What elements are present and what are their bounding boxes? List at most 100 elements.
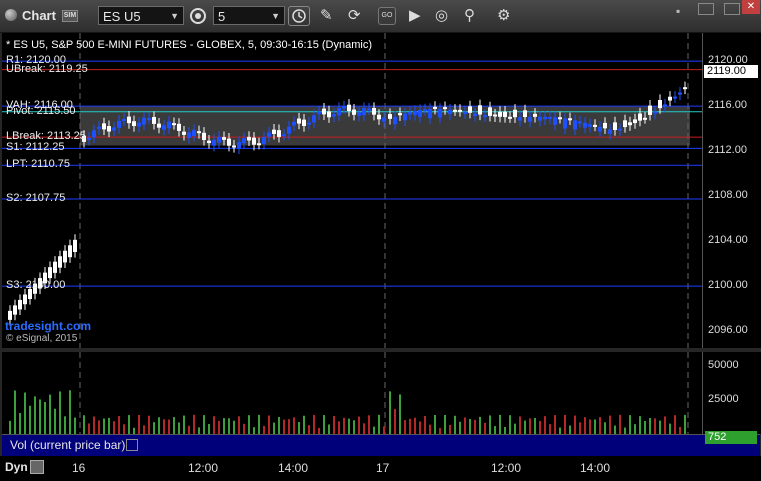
- candle-body: [312, 115, 316, 123]
- current-price-marker: 2119.00: [704, 65, 758, 79]
- app-icon: [5, 9, 17, 21]
- candle-body: [633, 119, 637, 124]
- candle-body: [202, 132, 206, 140]
- candle-body: [518, 117, 522, 121]
- candle-body: [352, 109, 356, 115]
- candle-body: [272, 129, 276, 134]
- candle-body: [678, 92, 682, 95]
- candle-body: [262, 137, 266, 144]
- symbol-dropdown[interactable]: ES U5 ▼: [98, 6, 184, 25]
- candle-body: [668, 96, 672, 101]
- link-icon[interactable]: ◎: [435, 6, 448, 24]
- candle-body: [222, 137, 226, 140]
- candle-body: [197, 131, 201, 134]
- lock-icon[interactable]: [30, 460, 44, 474]
- candle-body: [137, 122, 141, 127]
- candle-body: [252, 137, 256, 145]
- time-tick-label: 16: [72, 461, 86, 475]
- candle-body: [102, 123, 106, 130]
- candle-body: [372, 108, 376, 115]
- interval-value: 5: [218, 9, 226, 24]
- candle-body: [493, 114, 497, 117]
- clock-icon[interactable]: [288, 6, 310, 26]
- candle-body: [538, 116, 542, 121]
- candle-body: [232, 145, 236, 148]
- candle-body: [663, 104, 667, 107]
- candle-body: [403, 113, 407, 121]
- candle-body: [157, 123, 161, 128]
- window-title: Chart: [22, 8, 56, 23]
- candle-body: [73, 239, 77, 252]
- price-chart-canvas: [2, 33, 702, 348]
- candle-body: [162, 125, 166, 130]
- interval-dropdown[interactable]: 5 ▼: [213, 6, 285, 25]
- candle-body: [523, 110, 527, 118]
- time-tick-label: 12:00: [491, 461, 522, 475]
- candle-body: [277, 130, 281, 137]
- candle-body: [568, 118, 572, 121]
- candle-body: [508, 116, 512, 119]
- draw-pencil-icon[interactable]: ✎: [320, 6, 333, 24]
- candle-body: [92, 130, 96, 138]
- restore-icon[interactable]: [698, 3, 714, 15]
- candle-body: [513, 109, 517, 118]
- candle-body: [408, 112, 412, 115]
- candle-body: [58, 256, 62, 268]
- candle-body: [683, 87, 687, 90]
- price-tick-label: 2120.00: [708, 54, 748, 67]
- candle-body: [443, 107, 447, 110]
- candle-body: [673, 96, 677, 99]
- refresh-icon[interactable]: ⟳: [348, 6, 361, 24]
- candle-body: [498, 111, 502, 117]
- price-axis[interactable]: 2120.00 2116.00 2112.00 2108.00 2104.00 2100.…: [702, 33, 761, 348]
- dynamic-mode-label[interactable]: Dyn: [5, 460, 28, 474]
- candle-body: [458, 109, 462, 112]
- time-axis[interactable]: Dyn 16 12:00 14:00 17 12:00 14:00: [0, 456, 761, 481]
- chart-header: * ES U5, S&P 500 E-MINI FUTURES - GLOBEX…: [6, 39, 372, 51]
- pin-icon[interactable]: ⚲: [464, 6, 475, 24]
- candle-body: [182, 131, 186, 135]
- candle-body: [648, 105, 652, 115]
- price-tick-label: 2100.00: [708, 279, 748, 292]
- time-tick-label: 17: [376, 461, 390, 475]
- volume-study-bar: Vol (current price bar) 752: [2, 431, 760, 457]
- candle-body: [613, 122, 617, 130]
- time-tick-label: 14:00: [278, 461, 309, 475]
- candle-body: [147, 118, 151, 121]
- candle-body: [87, 137, 91, 140]
- candle-body: [212, 139, 216, 146]
- candle-body: [628, 122, 632, 126]
- candle-body: [242, 138, 246, 144]
- price-tick-label: 2116.00: [708, 99, 747, 112]
- volume-chart[interactable]: [2, 352, 702, 434]
- candle-body: [237, 142, 241, 149]
- candle-body: [63, 250, 67, 263]
- current-volume-marker: 752: [705, 431, 757, 444]
- volume-tick-label: 50000: [708, 358, 739, 371]
- candle-body: [152, 117, 156, 124]
- candle-body: [573, 120, 577, 130]
- candle-body: [112, 127, 116, 131]
- close-button[interactable]: ✕: [742, 0, 760, 14]
- level-label: Pivot: 2115.50: [6, 104, 76, 117]
- window-menu-icon[interactable]: ▪: [676, 4, 680, 18]
- play-icon[interactable]: ▶: [409, 6, 421, 24]
- candle-body: [327, 111, 331, 118]
- candle-body: [127, 116, 131, 124]
- candle-body: [53, 261, 57, 273]
- price-tick-label: 2108.00: [708, 189, 748, 202]
- candle-body: [282, 134, 286, 137]
- candle-body: [332, 114, 336, 117]
- price-chart[interactable]: * ES U5, S&P 500 E-MINI FUTURES - GLOBEX…: [2, 33, 702, 348]
- goto-icon[interactable]: GO: [378, 7, 396, 25]
- settings-icon[interactable]: ⚙: [497, 6, 510, 24]
- study-toggle-icon[interactable]: [126, 439, 138, 451]
- volume-tick-label: 25000: [708, 392, 739, 405]
- candle-body: [292, 121, 296, 126]
- candle-body: [362, 107, 366, 116]
- candle-body: [468, 106, 472, 113]
- candle-body: [603, 122, 607, 129]
- candle-body: [618, 128, 622, 131]
- interval-settings-icon[interactable]: [188, 6, 208, 26]
- maximize-icon[interactable]: [724, 3, 740, 15]
